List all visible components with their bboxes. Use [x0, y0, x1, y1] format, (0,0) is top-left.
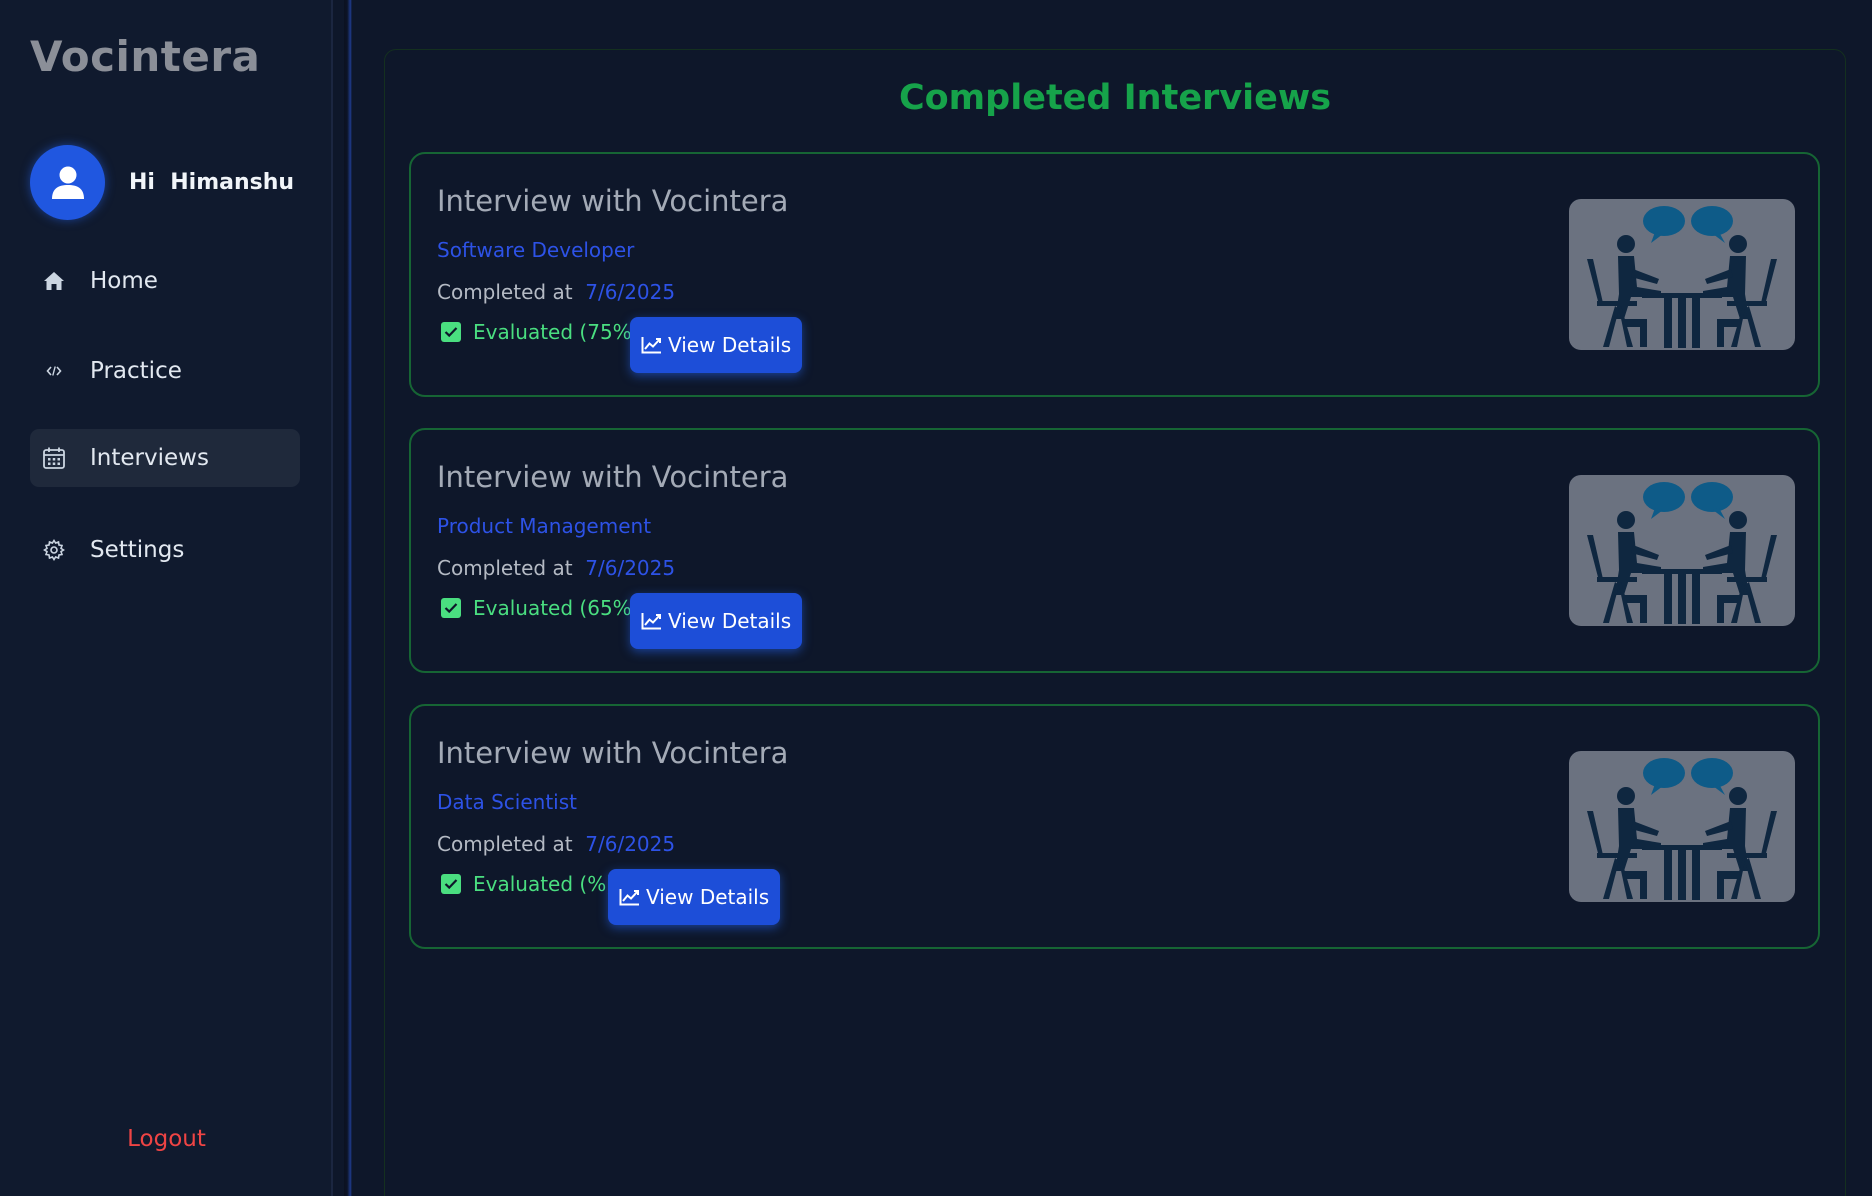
- completed-label: Completed at: [437, 556, 586, 580]
- card-title: Interview with Vocintera: [437, 460, 789, 494]
- interview-illustration: [1569, 475, 1795, 626]
- interview-illustration: [1569, 751, 1795, 902]
- card-completed: Completed at 7/6/2025: [437, 556, 675, 580]
- interview-card: Interview with Vocintera Product Managem…: [409, 428, 1820, 673]
- app: Vocintera Hi Himanshu Home Practice Inte…: [0, 0, 1872, 1196]
- card-role: Data Scientist: [437, 790, 577, 814]
- view-details-label: View Details: [646, 885, 770, 909]
- gear-icon: [30, 521, 78, 579]
- user-icon: [51, 166, 84, 199]
- check-icon: [441, 322, 461, 342]
- card-role: Software Developer: [437, 238, 635, 262]
- view-details-button[interactable]: View Details: [630, 317, 803, 373]
- interview-people-icon: [1587, 758, 1777, 900]
- card-completed: Completed at 7/6/2025: [437, 280, 675, 304]
- chart-line-icon: [641, 613, 661, 630]
- completed-label: Completed at: [437, 280, 586, 304]
- check-icon: [441, 874, 461, 894]
- view-details-button[interactable]: View Details: [630, 593, 803, 649]
- interview-card: Interview with Vocintera Data Scientist …: [409, 704, 1820, 949]
- sidebar-item-settings[interactable]: Settings: [30, 521, 300, 579]
- evaluation-status: Evaluated (65%): [441, 596, 639, 620]
- interview-people-icon: [1587, 206, 1777, 348]
- brand-logo[interactable]: Vocintera: [30, 32, 260, 81]
- sidebar-item-practice[interactable]: Practice: [30, 342, 300, 400]
- completed-date: 7/6/2025: [585, 832, 676, 856]
- completed-date: 7/6/2025: [585, 280, 676, 304]
- view-details-label: View Details: [668, 333, 792, 357]
- sidebar-item-label: Interviews: [90, 445, 209, 471]
- evaluation-label: Evaluated (75%): [473, 320, 640, 344]
- logout-button[interactable]: Logout: [0, 1126, 333, 1152]
- completed-label: Completed at: [437, 832, 586, 856]
- sidebar: Vocintera Hi Himanshu Home Practice Inte…: [0, 0, 333, 1196]
- user-greeting: Hi Himanshu: [129, 170, 295, 195]
- sidebar-item-label: Home: [90, 268, 158, 294]
- interview-card: Interview with Vocintera Software Develo…: [409, 152, 1820, 397]
- check-icon: [441, 598, 461, 618]
- card-role: Product Management: [437, 514, 652, 538]
- home-icon: [30, 252, 78, 310]
- chart-line-icon: [619, 889, 639, 906]
- card-completed: Completed at 7/6/2025: [437, 832, 675, 856]
- evaluation-label: Evaluated (%): [473, 872, 615, 896]
- sidebar-item-home[interactable]: Home: [30, 252, 300, 310]
- interview-people-icon: [1587, 482, 1777, 624]
- evaluation-status: Evaluated (%): [441, 872, 614, 896]
- card-title: Interview with Vocintera: [437, 184, 789, 218]
- page-title: Completed Interviews: [898, 78, 1332, 118]
- view-details-button[interactable]: View Details: [608, 869, 781, 925]
- sidebar-divider: [344, 0, 352, 1196]
- interview-illustration: [1569, 199, 1795, 350]
- card-title: Interview with Vocintera: [437, 736, 789, 770]
- sidebar-item-label: Practice: [90, 358, 182, 384]
- evaluation-label: Evaluated (65%): [473, 596, 640, 620]
- calendar-icon: [30, 429, 78, 487]
- avatar[interactable]: [30, 145, 105, 220]
- completed-date: 7/6/2025: [585, 556, 676, 580]
- chart-line-icon: [641, 337, 661, 354]
- view-details-label: View Details: [668, 609, 792, 633]
- sidebar-item-interviews[interactable]: Interviews: [30, 429, 300, 487]
- code-icon: [30, 342, 78, 400]
- evaluation-status: Evaluated (75%): [441, 320, 639, 344]
- sidebar-item-label: Settings: [90, 537, 185, 563]
